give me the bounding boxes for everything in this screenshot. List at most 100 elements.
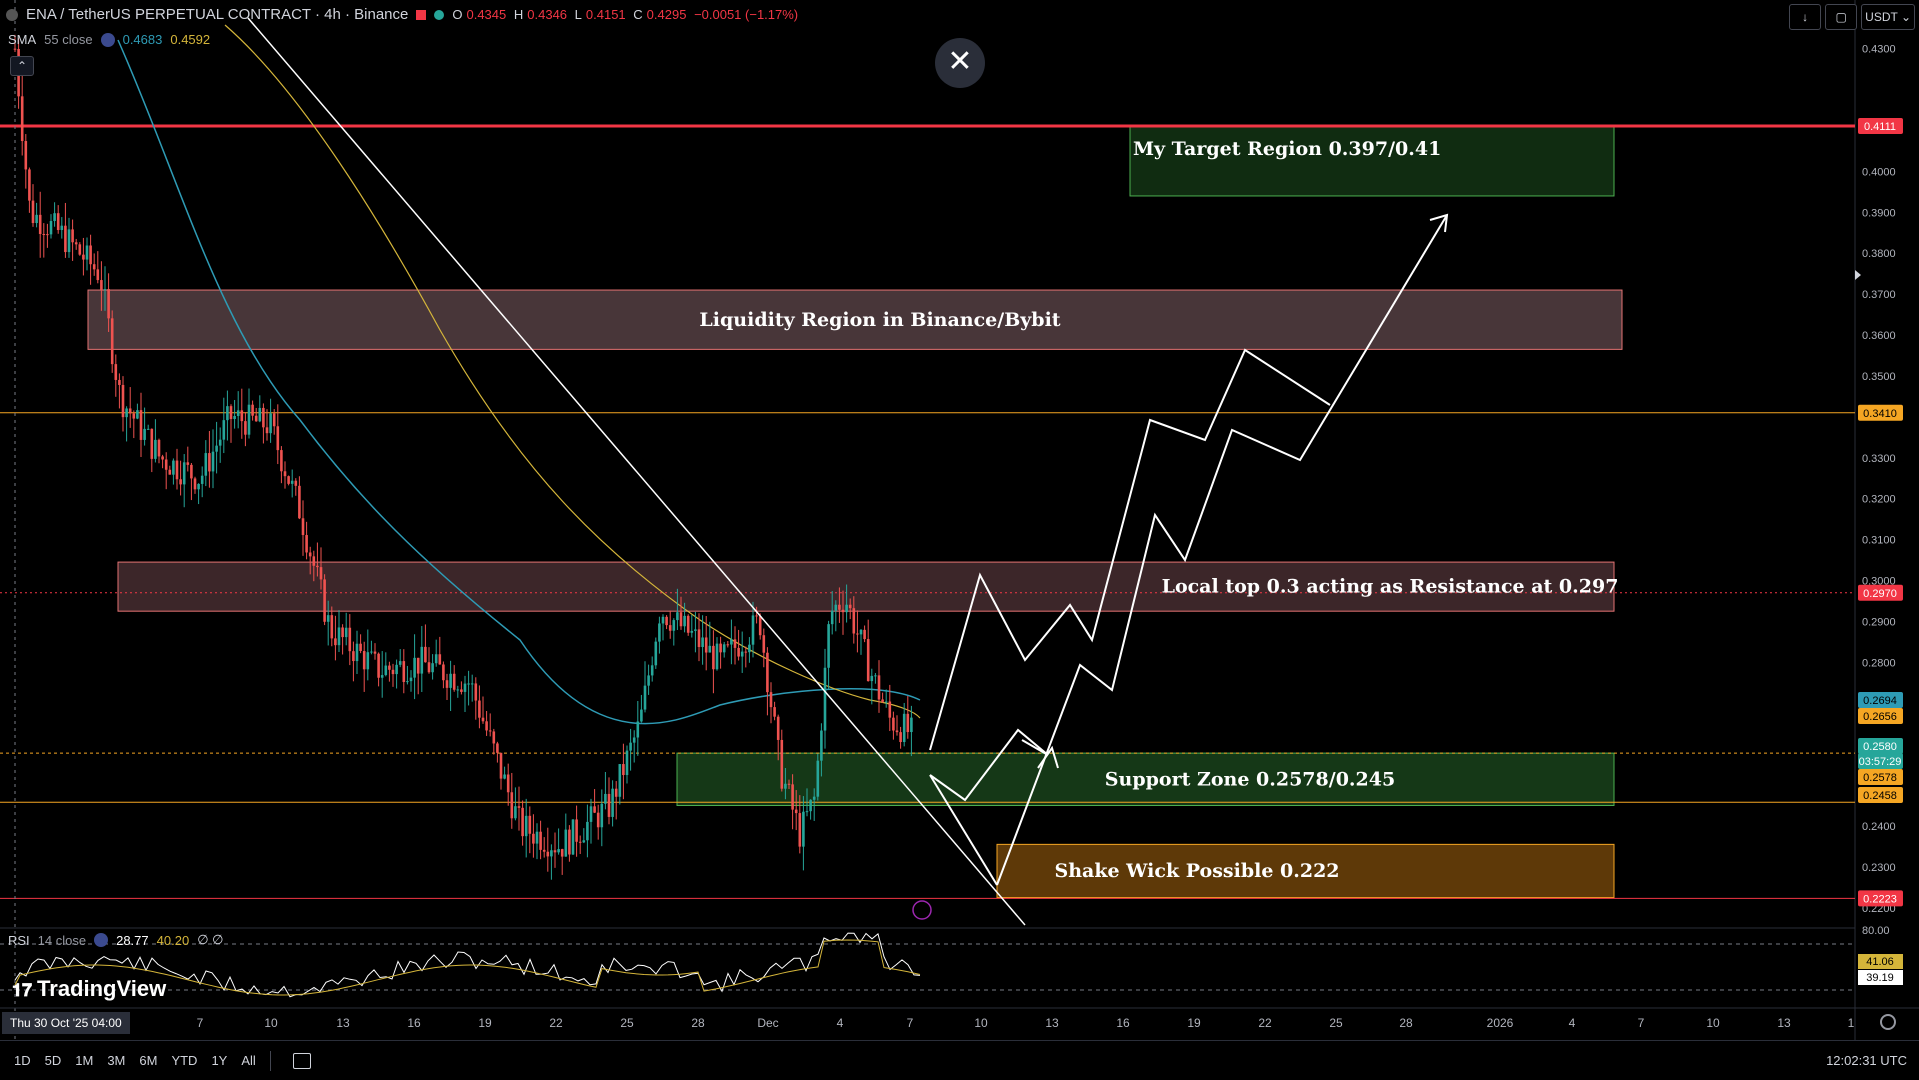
price-tag-text: 0.2223: [1863, 893, 1897, 905]
flag-icon[interactable]: [416, 9, 427, 20]
zone-target[interactable]: [1129, 125, 1615, 197]
candle-body: [298, 485, 301, 519]
close-button[interactable]: ✕: [935, 38, 985, 88]
sma-legend[interactable]: SMA 55 close 0.4683 0.4592: [8, 32, 210, 47]
y-axis-tick: 0.3200: [1862, 494, 1896, 506]
candle-body: [200, 475, 204, 484]
utc-clock[interactable]: 12:02:31 UTC: [1826, 1053, 1907, 1068]
calendar-icon[interactable]: [292, 1052, 311, 1069]
candle-body: [784, 783, 787, 789]
candle-body: [820, 730, 823, 761]
candle-body: [409, 677, 413, 682]
candle-body: [744, 651, 748, 653]
candle-body: [427, 662, 431, 673]
candle-body: [456, 689, 460, 691]
candle-body: [20, 96, 24, 142]
candle-body: [546, 851, 550, 857]
candle-body: [74, 242, 78, 245]
range-1y[interactable]: 1Y: [211, 1053, 227, 1068]
candle-body: [550, 850, 553, 857]
y-axis-tick: 0.3700: [1862, 289, 1896, 301]
candle-body: [233, 416, 236, 420]
range-3m[interactable]: 3M: [107, 1053, 125, 1068]
candle-body: [434, 654, 438, 664]
symbol-title[interactable]: ENA / TetherUS PERPETUAL CONTRACT · 4h ·…: [26, 6, 408, 23]
candle-body: [737, 647, 740, 657]
rsi-settings-icon[interactable]: [94, 933, 109, 947]
maximize-icon[interactable]: ▢: [1825, 4, 1858, 30]
candle-body: [229, 406, 233, 420]
scroll-right-icon[interactable]: [1855, 270, 1861, 280]
candle-body: [272, 413, 276, 427]
candle-body: [78, 244, 82, 255]
candle-body: [197, 483, 200, 490]
candle-body: [280, 450, 283, 472]
rsi-legend[interactable]: RSI 14 close 28.77 40.20 ∅ ∅: [8, 932, 223, 948]
range-5d[interactable]: 5D: [45, 1053, 62, 1068]
candle-body: [888, 701, 892, 718]
x-axis-tick: 1: [1848, 1016, 1855, 1030]
zone-label-target: My Target Region 0.397/0.41: [1133, 138, 1441, 160]
range-all[interactable]: All: [241, 1053, 255, 1068]
candle-body: [294, 480, 298, 486]
candle-body: [107, 289, 110, 319]
range-ytd[interactable]: YTD: [171, 1053, 197, 1068]
price-tag-text: 0.2656: [1863, 711, 1897, 723]
candle-body: [128, 408, 132, 414]
candle-body: [802, 811, 805, 847]
candle-body: [276, 426, 280, 451]
candle-body: [568, 829, 571, 855]
candle-body: [370, 651, 373, 653]
sma-value-1: 0.4683: [122, 32, 163, 47]
candle-body: [121, 384, 125, 418]
range-1m[interactable]: 1M: [75, 1053, 93, 1068]
candle-body: [215, 445, 218, 452]
ohlc-values: O 0.4345 H 0.4346 L 0.4151 C 0.4295 −0.0051 …: [452, 7, 799, 22]
candle-body: [506, 774, 510, 793]
candle-body: [625, 750, 629, 776]
price-tag-text: 0.3410: [1863, 408, 1897, 420]
candle-body: [740, 651, 744, 657]
candle-body: [110, 318, 114, 365]
tradingview-logo[interactable]: 𝟏𝟕 TradingView: [12, 976, 166, 1002]
candle-body: [503, 774, 506, 779]
candle-body: [118, 379, 121, 385]
candle-body: [341, 627, 344, 638]
candle-body: [686, 615, 690, 633]
rsi-value-3: ∅ ∅: [197, 932, 224, 947]
rsi-params: 14 close: [37, 932, 87, 948]
y-axis-tick: 0.3100: [1862, 535, 1896, 547]
x-axis-tick: 4: [837, 1016, 844, 1030]
candle-body: [56, 213, 60, 231]
sma-params: 55 close: [44, 32, 93, 47]
candle-body: [46, 234, 49, 236]
candle-body: [190, 464, 193, 479]
range-1d[interactable]: 1D: [14, 1053, 31, 1068]
candle-body: [316, 565, 319, 568]
y-axis-tick: 0.2300: [1862, 862, 1896, 874]
candle-body: [42, 233, 46, 235]
candle-body: [193, 478, 197, 490]
candle-body: [708, 645, 712, 653]
candle-body: [535, 831, 539, 844]
toolbar-divider: [269, 1050, 271, 1071]
candle-body: [773, 707, 776, 717]
candle-body: [578, 841, 582, 843]
collapse-legend-button[interactable]: ⌃: [10, 56, 34, 76]
x-axis-tick: 25: [1329, 1016, 1343, 1030]
candle-body: [524, 815, 528, 837]
indicator-settings-icon[interactable]: [100, 32, 115, 47]
gear-icon[interactable]: [1880, 1014, 1896, 1030]
candle-body: [269, 413, 272, 434]
top-right-controls: ↓ ▢ USDT ⌄: [1789, 4, 1915, 30]
download-icon[interactable]: ↓: [1789, 4, 1822, 30]
candle-body: [812, 796, 816, 800]
candle-body: [848, 604, 852, 609]
candle-body: [247, 404, 251, 435]
price-chart[interactable]: My Target Region 0.397/0.41 Liquidity Reg…: [0, 0, 1919, 1040]
candle-body: [337, 627, 341, 646]
candle-body: [139, 410, 143, 440]
candle-body: [172, 460, 175, 475]
currency-select[interactable]: USDT ⌄: [1861, 4, 1915, 30]
range-6m[interactable]: 6M: [139, 1053, 157, 1068]
